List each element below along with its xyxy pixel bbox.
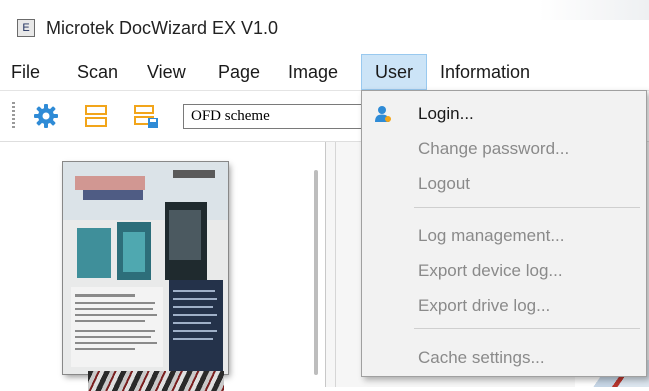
title-bar-background <box>539 0 649 20</box>
app-icon: E <box>17 19 35 37</box>
title-bar: E Microtek DocWizard EX V1.0 <box>0 0 649 54</box>
user-menu-dropdown: Login... Change password... Logout Log m… <box>361 90 647 377</box>
split-save-icon[interactable] <box>133 103 159 129</box>
menu-image[interactable]: Image <box>280 54 346 90</box>
menu-scan[interactable]: Scan <box>69 54 126 90</box>
menu-item-cache-settings[interactable]: Cache settings... <box>362 341 646 375</box>
thumbnail-scrollbar[interactable] <box>314 170 318 375</box>
menu-view[interactable]: View <box>139 54 194 90</box>
split-pages-icon[interactable] <box>83 103 109 129</box>
export-device-log-label: Export device log... <box>418 261 563 280</box>
panel-divider[interactable] <box>335 142 336 387</box>
page-thumbnail-2[interactable] <box>88 371 224 391</box>
menu-separator <box>414 328 640 329</box>
menu-item-log-management[interactable]: Log management... <box>362 219 646 253</box>
menu-item-change-password[interactable]: Change password... <box>362 132 646 166</box>
login-label: Login... <box>418 104 474 123</box>
cache-settings-label: Cache settings... <box>418 348 545 367</box>
menu-item-export-device-log[interactable]: Export device log... <box>362 254 646 288</box>
logout-label: Logout <box>418 174 470 193</box>
change-password-label: Change password... <box>418 139 570 158</box>
menu-bar: File Scan View Page Image User Informati… <box>0 54 649 90</box>
toolbar-grip[interactable] <box>12 102 15 130</box>
window-title: Microtek DocWizard EX V1.0 <box>46 18 279 38</box>
scheme-select[interactable]: OFD scheme <box>183 104 373 129</box>
menu-separator <box>414 207 640 208</box>
log-management-label: Log management... <box>418 226 565 245</box>
export-drive-log-label: Export drive log... <box>418 296 551 315</box>
menu-item-login[interactable]: Login... <box>362 97 646 131</box>
gear-icon[interactable] <box>33 103 59 129</box>
page-thumbnail-1[interactable] <box>63 162 228 374</box>
menu-file[interactable]: File <box>3 54 48 90</box>
menu-information[interactable]: Information <box>432 54 538 90</box>
menu-item-logout[interactable]: Logout <box>362 167 646 201</box>
user-icon <box>374 105 392 123</box>
thumbnail-panel <box>0 142 326 391</box>
menu-user[interactable]: User <box>361 54 427 90</box>
menu-item-export-drive-log[interactable]: Export drive log... <box>362 289 646 323</box>
menu-page[interactable]: Page <box>210 54 268 90</box>
